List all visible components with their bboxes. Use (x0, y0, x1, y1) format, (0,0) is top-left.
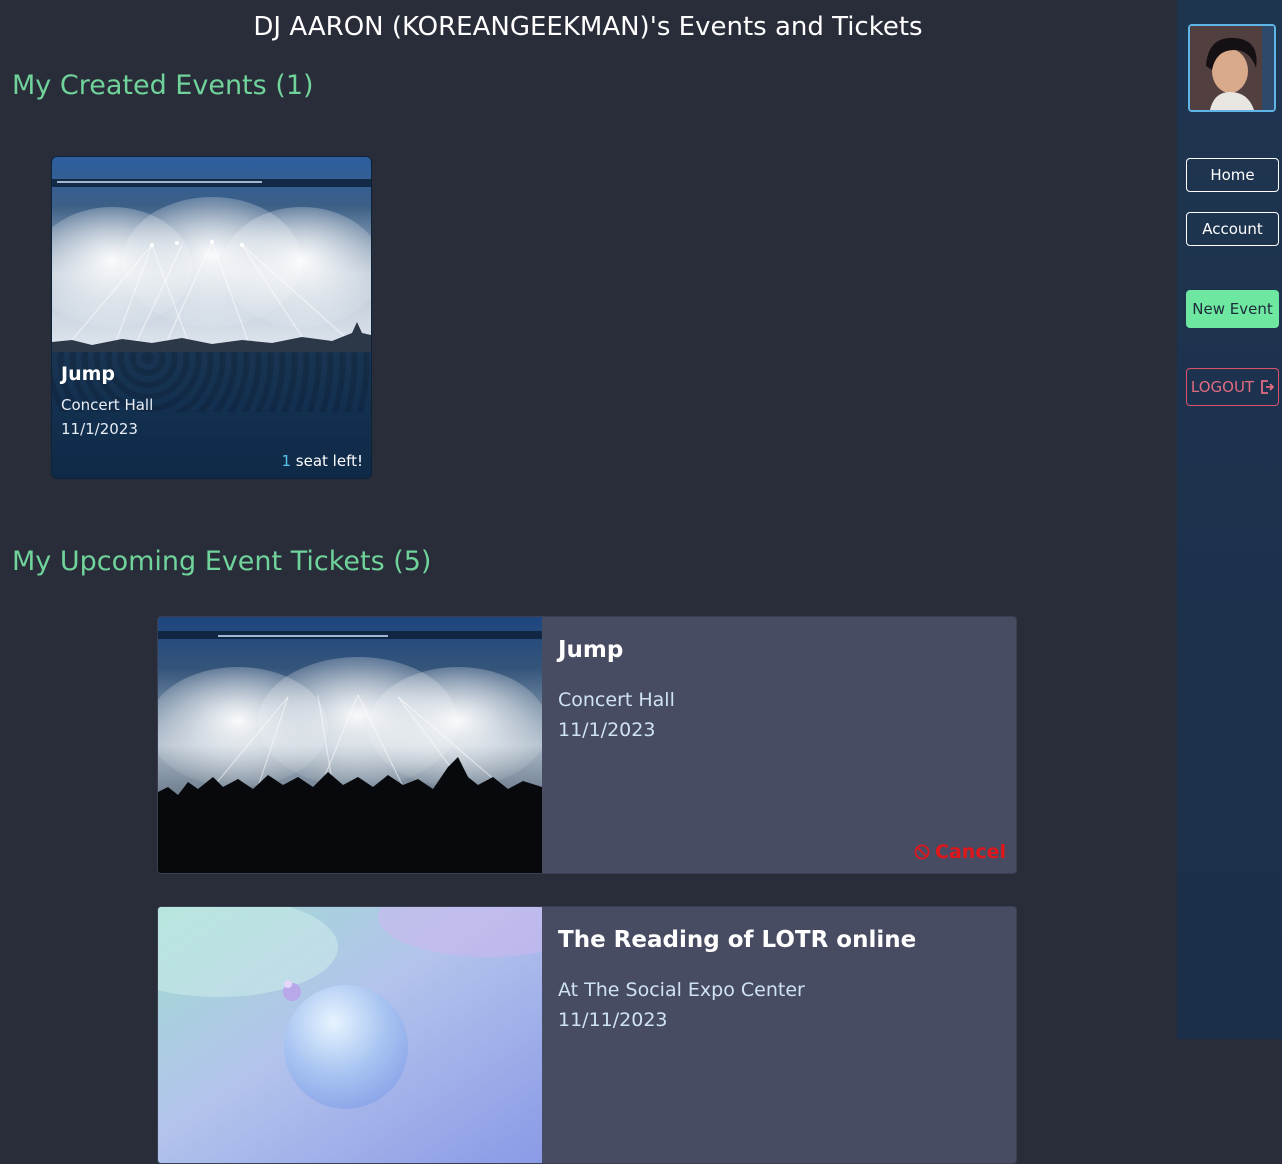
event-date: 11/1/2023 (61, 420, 138, 438)
ticket-venue: At The Social Expo Center (558, 979, 805, 1001)
created-event-card[interactable]: Jump Concert Hall 11/1/2023 1 seat left! (51, 156, 372, 479)
upcoming-tickets-heading: My Upcoming Event Tickets (5) (12, 546, 432, 577)
account-button[interactable]: Account (1186, 212, 1279, 246)
cancel-ticket-button[interactable]: Cancel (914, 841, 1006, 863)
seats-left: 1 seat left! (281, 452, 363, 470)
logout-label: LOGOUT (1190, 378, 1255, 396)
home-button[interactable]: Home (1186, 158, 1279, 192)
logout-icon (1261, 380, 1275, 394)
ticket-date: 11/11/2023 (558, 1009, 668, 1031)
created-events-heading: My Created Events (1) (12, 70, 314, 101)
ticket-date: 11/1/2023 (558, 719, 656, 741)
event-title: Jump (61, 363, 115, 385)
sidebar: Home Account New Event LOGOUT (1177, 0, 1282, 1039)
cancel-label: Cancel (935, 841, 1006, 863)
avatar[interactable] (1188, 24, 1276, 112)
event-venue: Concert Hall (61, 396, 154, 414)
seats-left-suffix: seat left! (291, 452, 363, 470)
ticket-venue: Concert Hall (558, 689, 675, 711)
seats-left-count: 1 (281, 452, 292, 470)
ticket-card[interactable]: The Reading of LOTR online At The Social… (157, 906, 1017, 1164)
concert-image (158, 617, 542, 873)
ban-icon (914, 844, 930, 860)
abstract-bubble-image (158, 907, 542, 1163)
concert-image (52, 157, 371, 352)
logout-button[interactable]: LOGOUT (1186, 368, 1279, 406)
ticket-title: The Reading of LOTR online (558, 927, 917, 953)
new-event-button[interactable]: New Event (1186, 290, 1279, 328)
page-title: DJ AARON (KOREANGEEKMAN)'s Events and Ti… (253, 12, 923, 42)
ticket-card[interactable]: Jump Concert Hall 11/1/2023 Cancel (157, 616, 1017, 874)
ticket-title: Jump (558, 637, 624, 663)
profile-photo (1190, 26, 1274, 110)
